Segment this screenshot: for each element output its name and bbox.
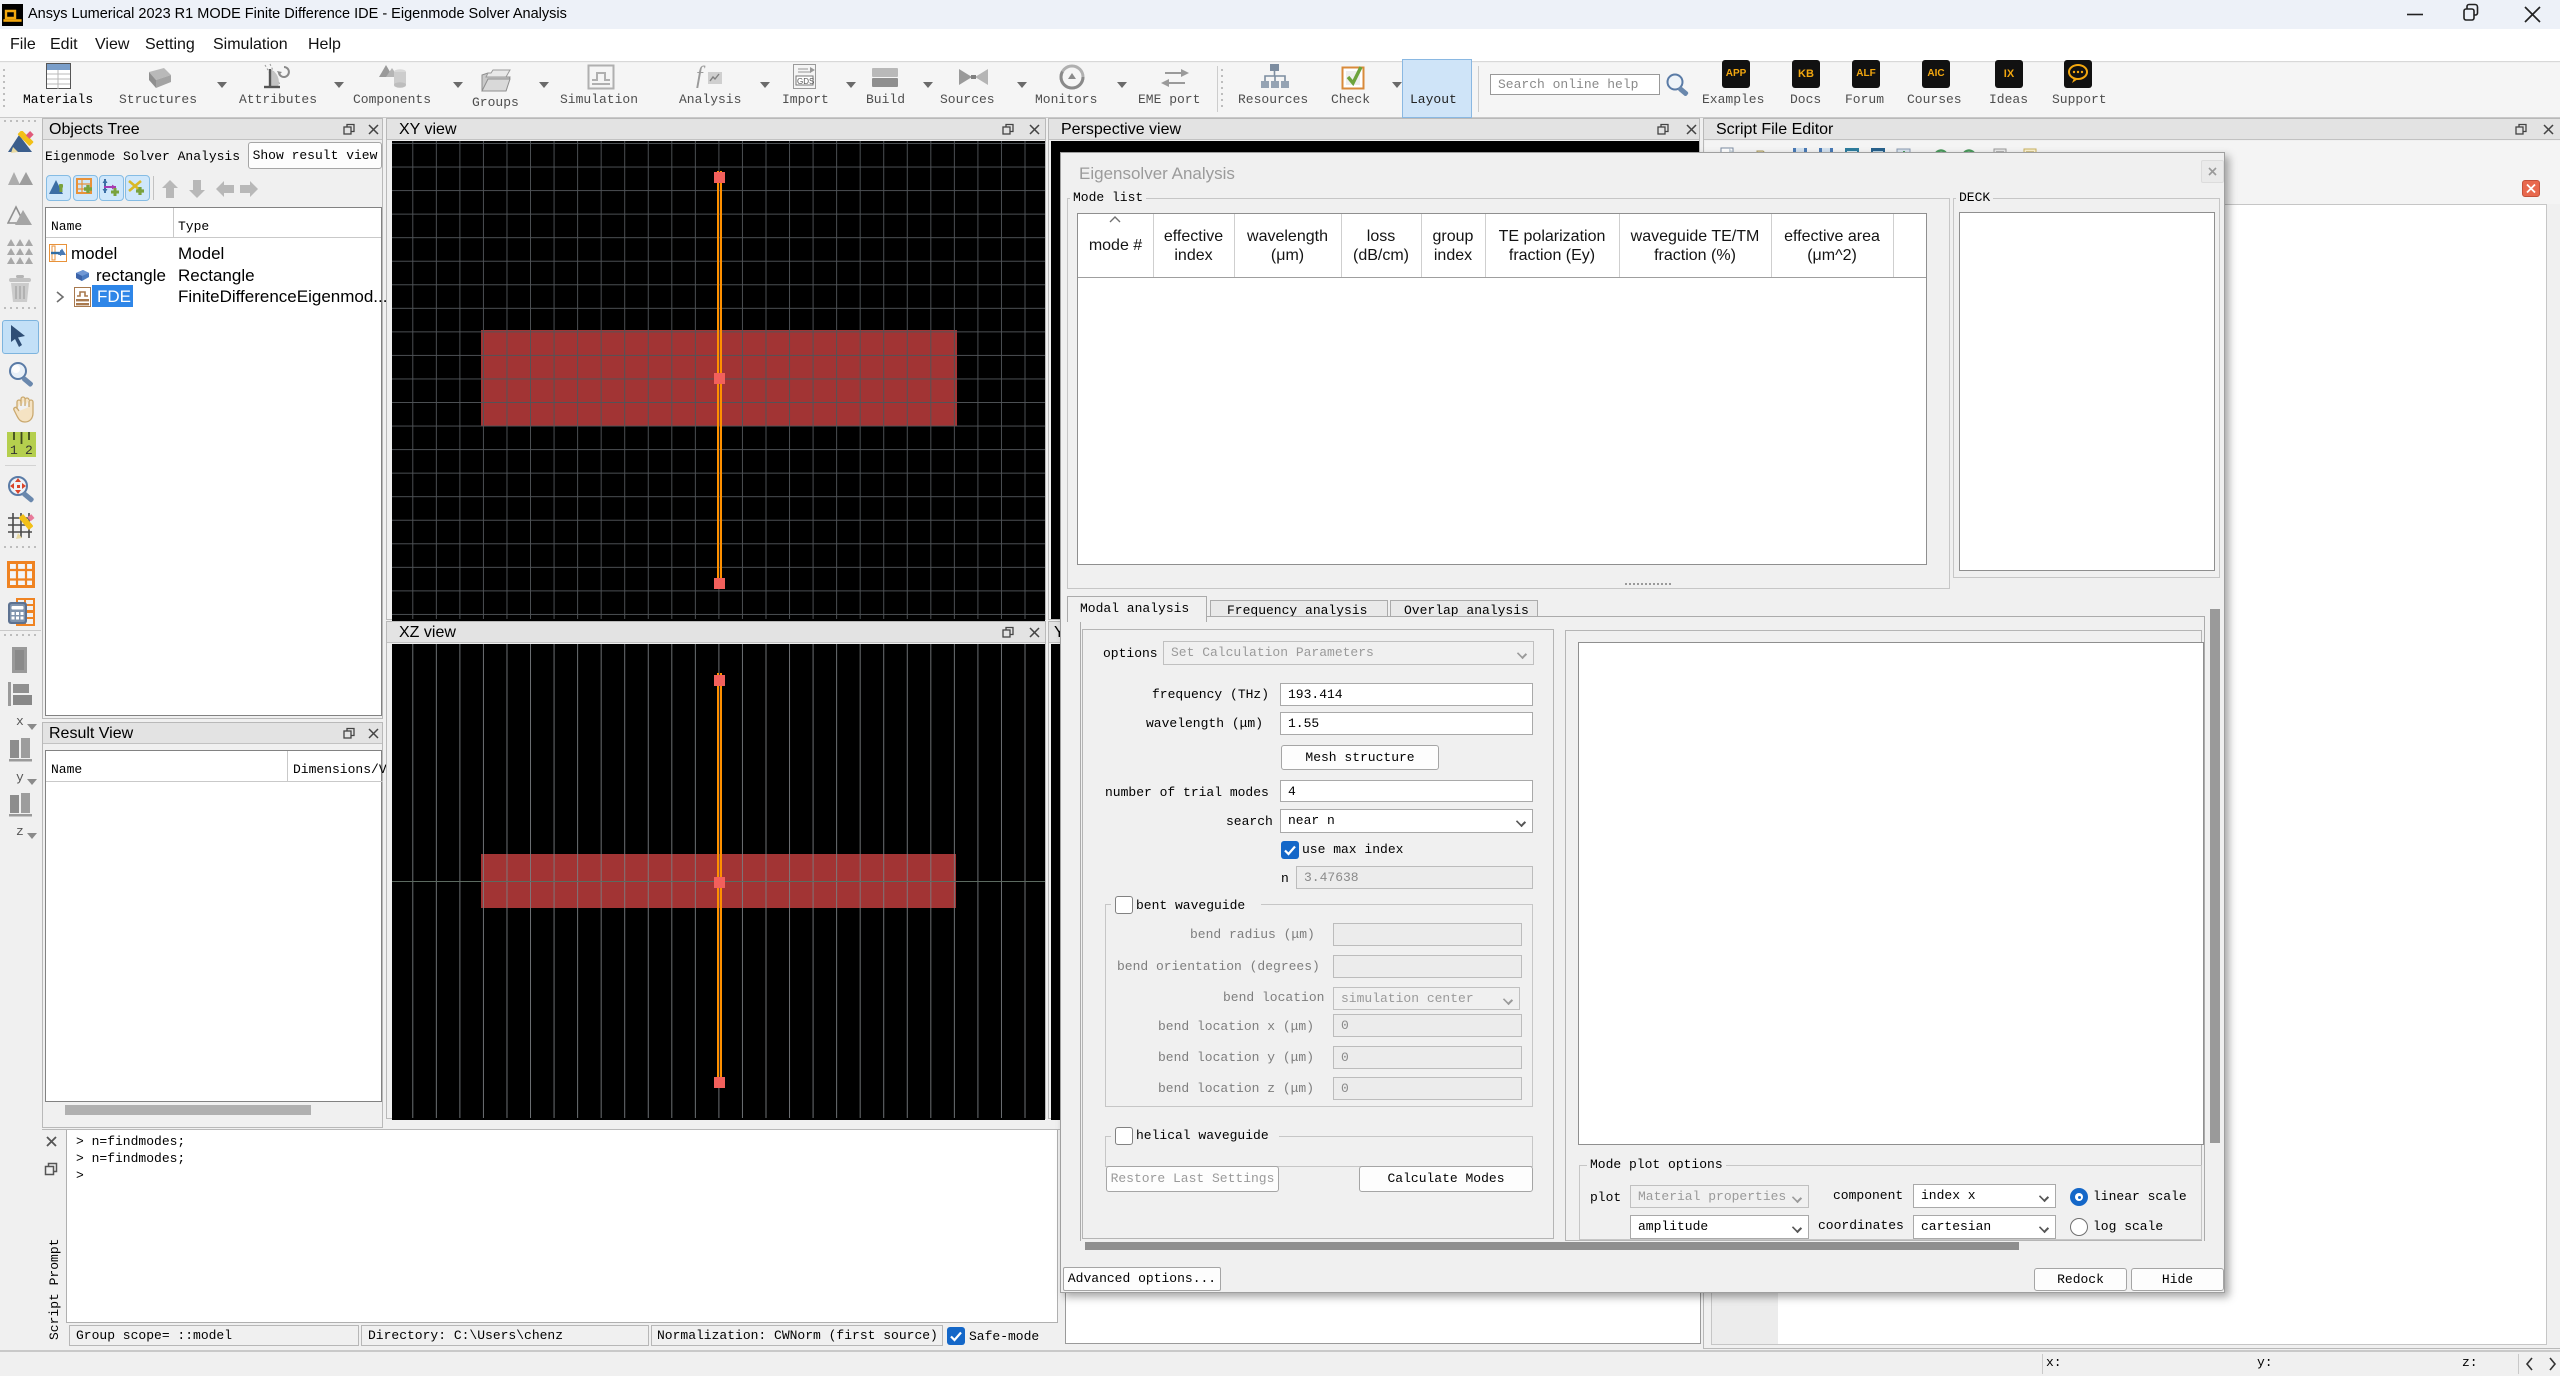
svg-text:1: 1 bbox=[10, 443, 18, 457]
svg-text:GDS: GDS bbox=[797, 77, 814, 86]
svg-text:f: f bbox=[696, 63, 706, 89]
svg-text:2: 2 bbox=[25, 443, 33, 457]
